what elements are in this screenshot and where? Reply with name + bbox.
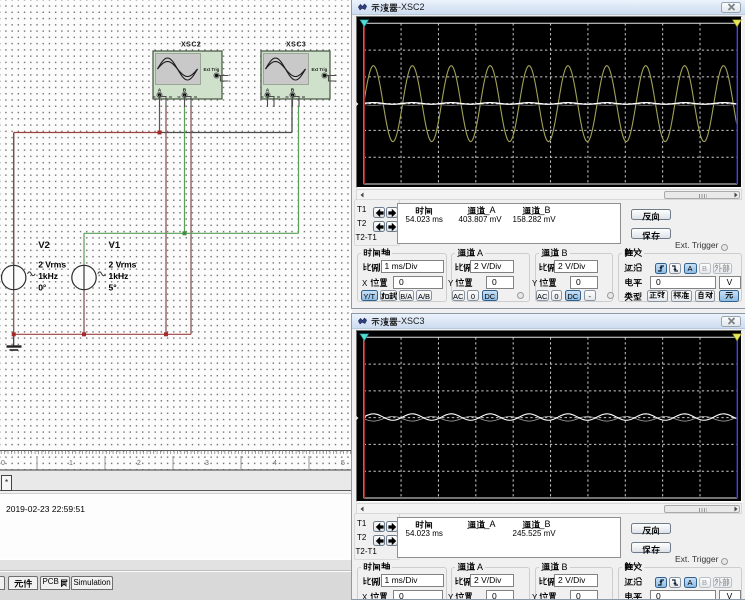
svg-text:B: B (291, 88, 295, 94)
svg-text:V1: V1 (109, 240, 121, 251)
svg-text:2 Vrms: 2 Vrms (38, 260, 66, 270)
svg-text:1: 1 (69, 460, 73, 467)
svg-text:5°: 5° (109, 283, 118, 293)
svg-text:3: 3 (205, 460, 209, 467)
svg-text:1kHz: 1kHz (38, 271, 58, 281)
svg-text:Ext Trig: Ext Trig (312, 67, 328, 72)
svg-text:XSC3: XSC3 (286, 42, 306, 49)
svg-text:2 Vrms: 2 Vrms (109, 260, 137, 270)
svg-text:5: 5 (341, 460, 345, 467)
svg-text:0°: 0° (38, 283, 47, 293)
svg-text:A: A (158, 88, 162, 94)
svg-text:1kHz: 1kHz (109, 271, 129, 281)
svg-text:0: 0 (1, 460, 5, 467)
svg-text:B: B (183, 88, 187, 94)
svg-text:V2: V2 (38, 240, 50, 251)
svg-text:Ext Trig: Ext Trig (204, 67, 220, 72)
svg-text:4: 4 (273, 460, 277, 467)
svg-text:2: 2 (137, 460, 141, 467)
svg-text:A: A (266, 88, 270, 94)
svg-text:XSC2: XSC2 (181, 42, 201, 49)
